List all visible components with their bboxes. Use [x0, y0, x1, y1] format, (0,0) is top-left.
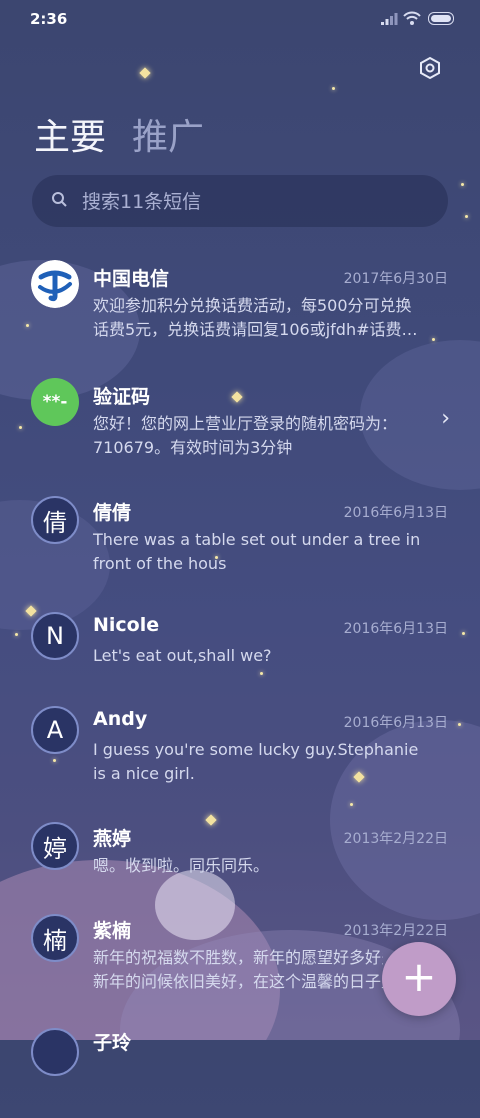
conversation-date: 2016年6月13日 [343, 505, 448, 521]
conversation-date: 2013年2月22日 [343, 831, 448, 847]
avatar: **- [31, 378, 79, 426]
conversation-verification-code[interactable]: **- 验证码 您好！您的网上营业厅登录的随机密码为： 710679。有效时间为… [0, 376, 480, 466]
conversation-name: Nicole [93, 614, 160, 636]
compose-button[interactable]: + [382, 942, 456, 1016]
conversation-andy[interactable]: A Andy 2016年6月13日 I guess you're some lu… [0, 704, 480, 794]
conversation-date: 2013年2月22日 [343, 923, 448, 939]
conversation-name: 倩倩 [93, 502, 132, 524]
tab-promotions[interactable]: 推广 [132, 108, 204, 160]
conversation-qianqian[interactable]: 倩 倩倩 2016年6月13日 There was a table set ou… [0, 494, 480, 584]
conversation-date: 2017年6月30日 [343, 271, 448, 287]
avatar: 楠 [31, 914, 79, 962]
signal-icon [381, 13, 398, 25]
conversation-name: 子玲 [93, 1032, 132, 1054]
wifi-icon [403, 11, 421, 25]
conversation-date: 2016年6月13日 [343, 715, 448, 731]
conversation-preview-line1: I guess you're some lucky guy.Stephanie [93, 740, 419, 759]
avatar: 婷 [31, 822, 79, 870]
plus-icon: + [401, 952, 437, 1001]
conversation-name: 燕婷 [93, 828, 132, 850]
conversation-preview-line2: is a nice girl. [93, 764, 195, 783]
conversation-preview-line1: 您好！您的网上营业厅登录的随机密码为： [93, 414, 398, 433]
conversation-ziling[interactable]: 子玲 [0, 1028, 480, 1118]
status-bar: 2:36 [0, 0, 480, 36]
conversation-preview-line1: 新年的祝福数不胜数，新年的愿望好多好多， [93, 948, 383, 967]
tab-primary[interactable]: 主要 [34, 108, 106, 160]
gear-icon[interactable] [418, 56, 442, 80]
conversation-name: 中国电信 [93, 268, 170, 290]
conversation-yanting[interactable]: 婷 燕婷 2013年2月22日 嗯。收到啦。同乐同乐。 [0, 820, 480, 910]
conversation-preview-line1: 欢迎参加积分兑换话费活动，每500分可兑换 [93, 296, 412, 315]
search-input[interactable] [80, 187, 424, 217]
avatar: N [31, 612, 79, 660]
conversation-name: 验证码 [93, 386, 151, 408]
china-telecom-logo-icon [31, 260, 79, 308]
conversation-name: Andy [93, 708, 148, 730]
avatar: A [31, 706, 79, 754]
avatar: 倩 [31, 496, 79, 544]
battery-icon [428, 12, 454, 25]
chevron-right-icon[interactable]: › [441, 406, 450, 431]
conversation-preview-line2: 新年的问候依旧美好，在这个温馨的日子里… [93, 972, 383, 991]
conversation-name: 紫楠 [93, 920, 132, 942]
search-bar[interactable] [32, 175, 448, 227]
conversation-nicole[interactable]: N Nicole 2016年6月13日 Let's eat out,shall … [0, 610, 480, 700]
status-time: 2:36 [30, 10, 68, 28]
conversation-preview-line1: Let's eat out,shall we? [93, 646, 272, 665]
search-icon [52, 192, 67, 207]
conversation-date: 2016年6月13日 [343, 621, 448, 637]
conversation-preview-line1: 嗯。收到啦。同乐同乐。 [93, 856, 270, 875]
conversation-preview-line2: front of the hous [93, 554, 227, 573]
conversation-preview-line2: 710679。有效时间为3分钟 [93, 438, 293, 457]
conversation-china-telecom[interactable]: 中国电信 2017年6月30日 欢迎参加积分兑换话费活动，每500分可兑换 话费… [0, 258, 480, 348]
conversation-preview-line2: 话费5元，兑换话费请回复106或jfdh#话费… [93, 320, 418, 339]
avatar [31, 1028, 79, 1076]
conversation-preview-line1: There was a table set out under a tree i… [93, 530, 421, 549]
